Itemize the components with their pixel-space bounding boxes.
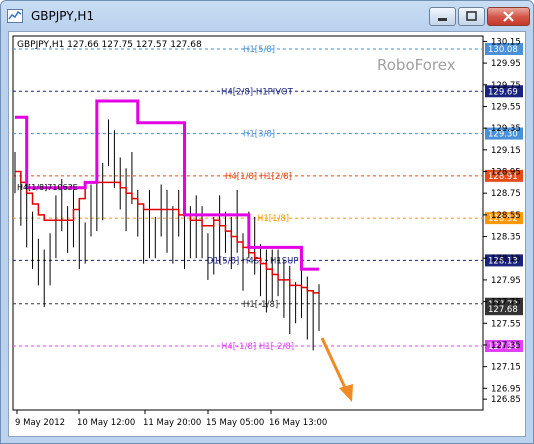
chart-info-line: GBPJPY,H1 127.66 127.75 127.57 127.68 xyxy=(17,40,202,50)
close-button[interactable] xyxy=(487,7,530,26)
y-tick-label: 129.35 xyxy=(491,124,521,134)
overlay-label: H4[1/8]71063E xyxy=(17,183,78,192)
y-tick-label: 127.55 xyxy=(491,319,521,329)
level-label: H4[-1/8] H1[-2/8] xyxy=(221,342,294,352)
level-label: H4[1/8] H1[2/8] xyxy=(225,172,292,182)
maximize-icon xyxy=(466,11,477,21)
y-tick-label: 127.15 xyxy=(491,363,521,373)
level-label: H1[-1/8] xyxy=(243,300,278,310)
watermark: RoboForex xyxy=(377,56,456,74)
level-label: H4[2/8] H1PIVOT xyxy=(221,87,294,97)
y-tick-label: 128.35 xyxy=(491,233,521,243)
title-bar[interactable]: GBPJPY,H1 xyxy=(1,1,533,31)
y-tick-label: 127.95 xyxy=(491,276,521,286)
chart-icon xyxy=(7,9,23,23)
y-tick-label: 126.85 xyxy=(491,395,521,405)
x-tick-label: 11 May 20:00 xyxy=(143,418,201,428)
y-tick-label: 129.95 xyxy=(491,59,521,69)
y-tick-label: 129.75 xyxy=(491,81,521,91)
y-tick-label: 127.35 xyxy=(491,341,521,351)
x-tick-label: 10 May 12:00 xyxy=(77,418,135,428)
maximize-button[interactable] xyxy=(458,7,485,26)
x-tick-label: 9 May 2012 xyxy=(15,418,65,428)
y-tick-label: 129.15 xyxy=(491,146,521,156)
chart-area[interactable]: H1[5/8] 130.08 H4[2/8] H1PIVOT 129.69 H1[3/8… xyxy=(8,31,526,437)
y-tick-label: 127.75 xyxy=(491,298,521,308)
level-label: D1[5/8] H4S... H1SUP xyxy=(207,256,299,266)
level-label: H1[3/8] xyxy=(243,130,275,140)
y-tick-label: 126.95 xyxy=(491,384,521,394)
down-arrow xyxy=(320,337,353,402)
y-tick-label: 128.95 xyxy=(491,168,521,178)
window-title: GBPJPY,H1 xyxy=(31,9,95,23)
chart-canvas[interactable]: H1[5/8] 130.08H4[2/8] H1PIVOT 129.69H1[3/8… xyxy=(9,32,525,436)
chart-window: GBPJPY,H1 H1[5/8] 130.08 H4[2/8] H1PIVOT 12… xyxy=(0,0,534,444)
y-tick-label: 128.55 xyxy=(491,211,521,221)
y-tick-label: 129.55 xyxy=(491,102,521,112)
x-tick-label: 15 May 05:00 xyxy=(206,418,264,428)
level-label: H1[5/8] xyxy=(243,45,275,55)
y-tick-label: 128.75 xyxy=(491,189,521,199)
y-tick-label: 128.15 xyxy=(491,254,521,264)
minimize-icon xyxy=(438,18,447,21)
minimize-button[interactable] xyxy=(429,7,456,26)
x-tick-label: 16 May 13:00 xyxy=(269,418,327,428)
y-tick-label: 130.15 xyxy=(491,37,521,47)
level-label: H1[1/8] xyxy=(257,214,289,224)
close-icon xyxy=(503,11,514,22)
